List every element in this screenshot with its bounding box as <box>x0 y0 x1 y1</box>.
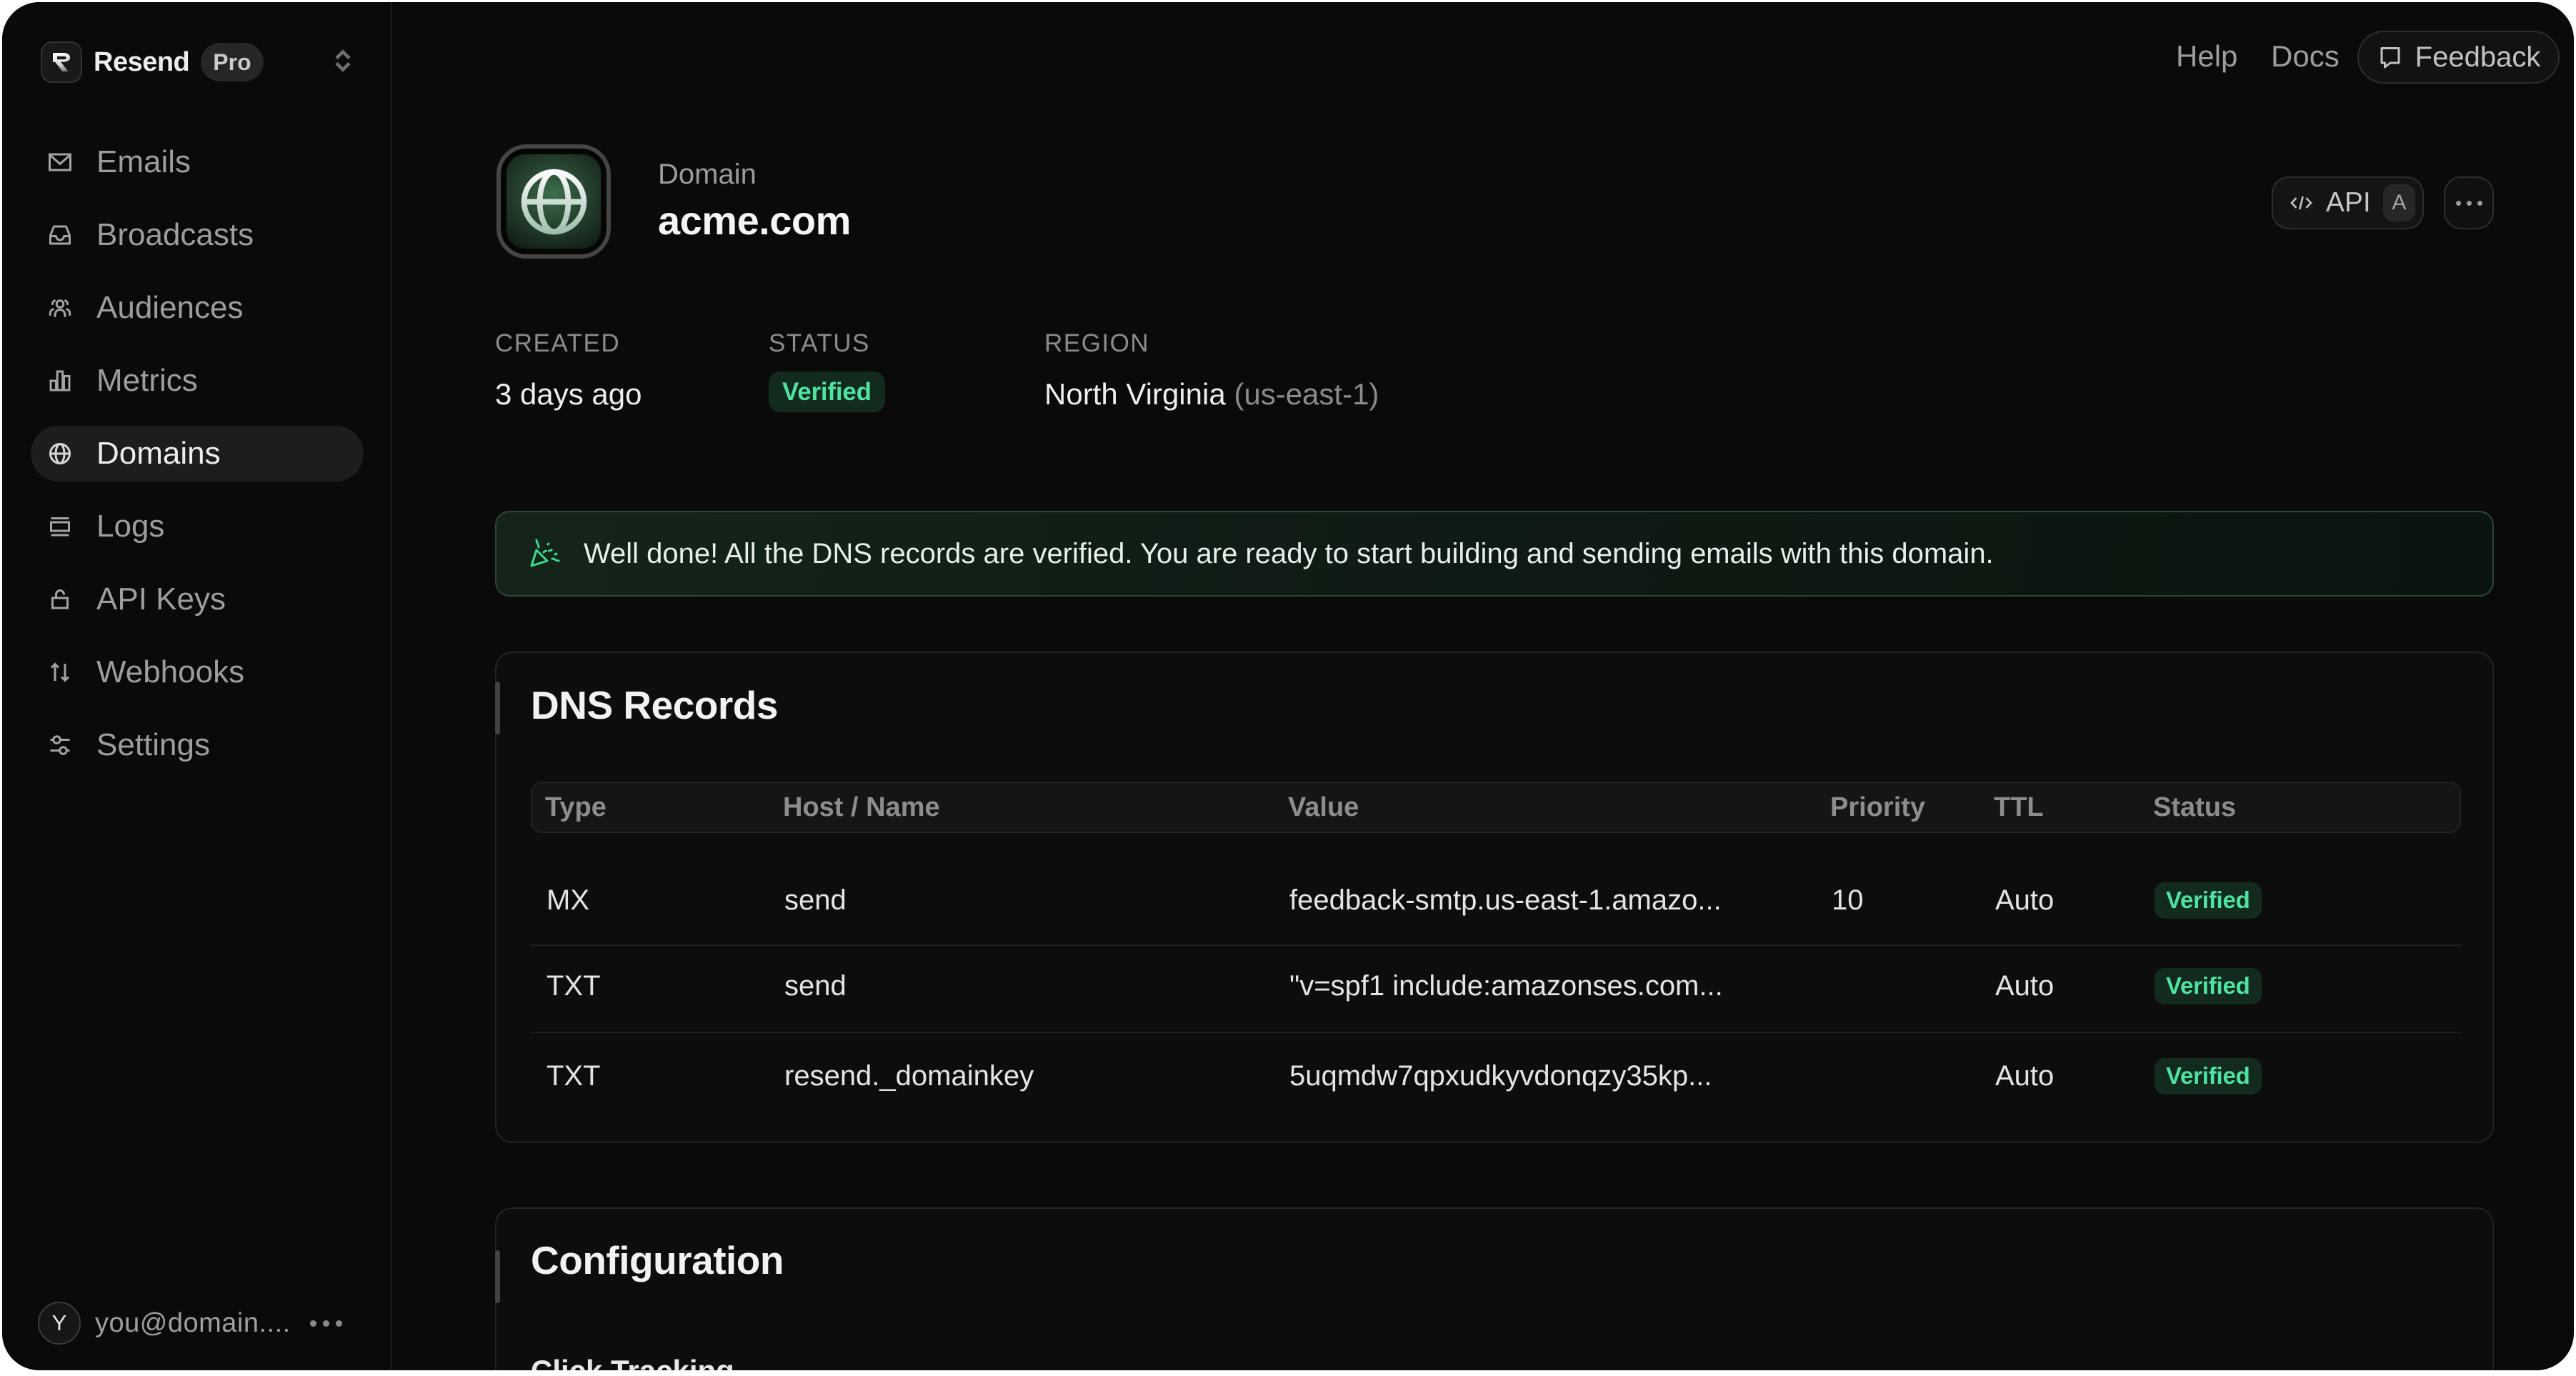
cell-ttl: Auto <box>1995 857 2054 944</box>
dns-row-mx: MX send feedback-smtp.us-east-1.amazo...… <box>531 857 2461 944</box>
feedback-button[interactable]: Feedback <box>2357 31 2560 84</box>
row-status-badge: Verified <box>2155 1058 2262 1095</box>
row-status-badge: Verified <box>2155 968 2262 1004</box>
sidebar-item-logs[interactable]: Logs <box>31 499 364 554</box>
resend-logo <box>41 41 82 83</box>
cell-status: Verified <box>2155 1032 2262 1120</box>
header-actions: API A <box>2272 176 2494 229</box>
column-header-host: Host / Name <box>783 783 940 832</box>
column-header-ttl: TTL <box>1994 783 2044 832</box>
domain-kicker: Domain <box>658 159 757 191</box>
domains-icon <box>48 442 72 466</box>
dns-table-header: Type Host / Name Value Priority TTL Stat… <box>531 782 2461 833</box>
api-button[interactable]: API A <box>2272 176 2424 229</box>
app-window: Resend Pro Emails <box>2 2 2574 1370</box>
sidebar: Resend Pro Emails <box>2 2 392 1370</box>
more-button[interactable] <box>2444 176 2494 229</box>
brand-name: Resend <box>94 47 189 78</box>
column-header-type: Type <box>545 783 606 832</box>
user-more-icon[interactable] <box>310 1320 342 1327</box>
sidebar-item-domains[interactable]: Domains <box>31 426 364 482</box>
party-popper-icon <box>528 537 561 570</box>
cell-type: MX <box>546 857 589 944</box>
cell-value: "v=spf1 include:amazonses.com... <box>1289 942 1723 1029</box>
click-tracking-label: Click Tracking <box>531 1354 734 1370</box>
sidebar-nav: Emails Broadcasts <box>31 134 364 790</box>
column-header-value: Value <box>1288 783 1359 832</box>
metrics-icon <box>48 369 72 393</box>
workspace-switcher[interactable]: Resend Pro <box>41 41 264 83</box>
region-label: REGION <box>1044 329 1379 358</box>
cell-type: TXT <box>546 1032 601 1120</box>
page-title: acme.com <box>658 197 851 244</box>
help-link[interactable]: Help <box>2176 39 2237 74</box>
feedback-chat-icon <box>2377 44 2404 71</box>
code-icon <box>2289 189 2314 217</box>
sidebar-item-broadcasts[interactable]: Broadcasts <box>31 207 364 263</box>
sidebar-item-metrics[interactable]: Metrics <box>31 353 364 409</box>
region-value: North Virginia (us-east-1) <box>1044 377 1379 412</box>
configuration-card: Configuration Click Tracking <box>495 1207 2494 1370</box>
config-card-notch <box>495 1250 500 1303</box>
avatar: Y <box>38 1302 81 1345</box>
topbar: Help Docs Feedback <box>394 2 2574 109</box>
emails-icon <box>48 150 72 174</box>
domain-globe-tile <box>496 144 611 259</box>
created-column: CREATED 3 days ago <box>495 329 642 412</box>
cell-ttl: Auto <box>1995 942 2054 1029</box>
cell-host: resend._domainkey <box>784 1032 1034 1120</box>
cell-status: Verified <box>2155 942 2262 1029</box>
sidebar-item-audiences[interactable]: Audiences <box>31 280 364 336</box>
api-keys-icon <box>48 587 72 612</box>
dns-records-card: DNS Records Type Host / Name Value Prior… <box>495 652 2494 1143</box>
row-status-badge: Verified <box>2155 882 2262 919</box>
region-column: REGION North Virginia (us-east-1) <box>1044 329 1379 412</box>
user-email: you@domain.... <box>95 1308 291 1339</box>
webhooks-icon <box>48 660 72 684</box>
column-header-status: Status <box>2153 783 2236 832</box>
workspace-chevrons-icon[interactable] <box>335 49 351 72</box>
cell-value: 5uqmdw7qpxudkyvdonqzy35kp... <box>1289 1032 1712 1120</box>
audiences-icon <box>48 296 72 320</box>
broadcasts-icon <box>48 223 72 247</box>
sidebar-item-api-keys[interactable]: API Keys <box>31 572 364 627</box>
region-name: North Virginia <box>1044 377 1226 411</box>
status-value-wrap: Verified <box>769 358 885 412</box>
banner-message: Well done! All the DNS records are verif… <box>584 538 1994 570</box>
dns-row-txt-dkim: TXT resend._domainkey 5uqmdw7qpxudkyvdon… <box>531 1032 2461 1120</box>
status-label: STATUS <box>769 329 885 358</box>
settings-icon <box>48 733 72 757</box>
dns-card-notch <box>495 682 500 734</box>
cell-type: TXT <box>546 942 601 1029</box>
cell-status: Verified <box>2155 857 2262 944</box>
sidebar-item-settings[interactable]: Settings <box>31 717 364 773</box>
created-label: CREATED <box>495 329 642 358</box>
api-shortcut-badge: A <box>2383 184 2415 221</box>
created-value: 3 days ago <box>495 377 642 412</box>
column-header-priority: Priority <box>1830 783 1925 832</box>
logs-icon <box>48 514 72 539</box>
status-badge: Verified <box>769 372 885 412</box>
domain-globe-glow <box>506 154 601 249</box>
configuration-title: Configuration <box>531 1237 784 1283</box>
docs-link[interactable]: Docs <box>2271 39 2340 74</box>
sidebar-item-webhooks[interactable]: Webhooks <box>31 644 364 700</box>
dns-records-title: DNS Records <box>531 682 778 728</box>
user-menu[interactable]: Y you@domain.... <box>38 1302 356 1345</box>
plan-badge: Pro <box>201 43 263 81</box>
status-column: STATUS Verified <box>769 329 885 412</box>
sidebar-item-emails[interactable]: Emails <box>31 134 364 190</box>
cell-ttl: Auto <box>1995 1032 2054 1120</box>
cell-priority: 10 <box>1832 857 1864 944</box>
cell-host: send <box>784 857 847 944</box>
cell-value: feedback-smtp.us-east-1.amazo... <box>1289 857 1722 944</box>
cell-host: send <box>784 942 847 1029</box>
main-area: Help Docs Feedback <box>394 2 2574 1370</box>
region-code: (us-east-1) <box>1234 377 1379 411</box>
success-banner: Well done! All the DNS records are verif… <box>495 511 2494 597</box>
dns-row-txt-spf: TXT send "v=spf1 include:amazonses.com..… <box>531 942 2461 1029</box>
